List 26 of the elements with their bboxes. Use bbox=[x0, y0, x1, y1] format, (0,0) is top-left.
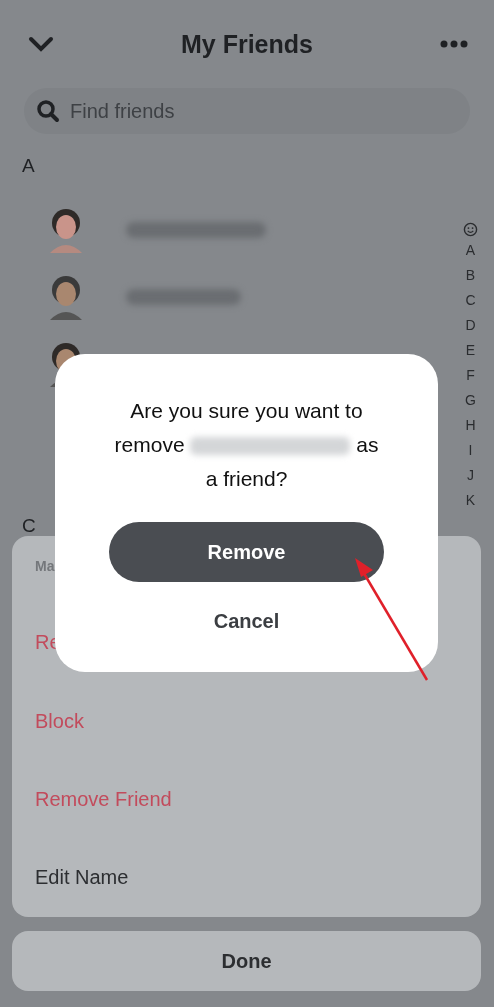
index-letter[interactable]: F bbox=[466, 367, 475, 387]
index-letter[interactable]: A bbox=[465, 242, 476, 262]
index-letter[interactable]: K bbox=[465, 492, 476, 512]
index-letter[interactable]: C bbox=[465, 292, 476, 312]
section-letter: A bbox=[22, 154, 35, 178]
remove-button[interactable]: Remove bbox=[109, 522, 384, 582]
index-letter[interactable]: B bbox=[465, 267, 476, 287]
sheet-option[interactable]: Remove Friend bbox=[35, 760, 172, 839]
search-icon bbox=[36, 99, 60, 123]
index-letter[interactable]: G bbox=[465, 392, 476, 412]
index-letter[interactable]: I bbox=[468, 442, 473, 462]
sheet-heading: Ma bbox=[35, 557, 55, 576]
done-button[interactable]: Done bbox=[12, 931, 481, 991]
index-letter[interactable]: E bbox=[465, 342, 476, 362]
index-letter[interactable]: J bbox=[467, 467, 474, 487]
section-letter: C bbox=[22, 514, 36, 538]
index-letter[interactable]: D bbox=[465, 317, 476, 337]
smiley-icon[interactable] bbox=[463, 222, 478, 237]
index-letter[interactable]: H bbox=[465, 417, 476, 437]
cancel-button[interactable]: Cancel bbox=[205, 606, 288, 637]
more-icon[interactable] bbox=[440, 40, 468, 48]
dialog-message: Are you sure you want to remove as a friend? bbox=[113, 398, 380, 492]
sheet-option[interactable]: Edit Name bbox=[35, 838, 129, 917]
chevron-down-icon[interactable] bbox=[28, 36, 54, 52]
sheet-option[interactable]: Block bbox=[35, 681, 84, 761]
screen-title: My Friends bbox=[181, 29, 313, 59]
